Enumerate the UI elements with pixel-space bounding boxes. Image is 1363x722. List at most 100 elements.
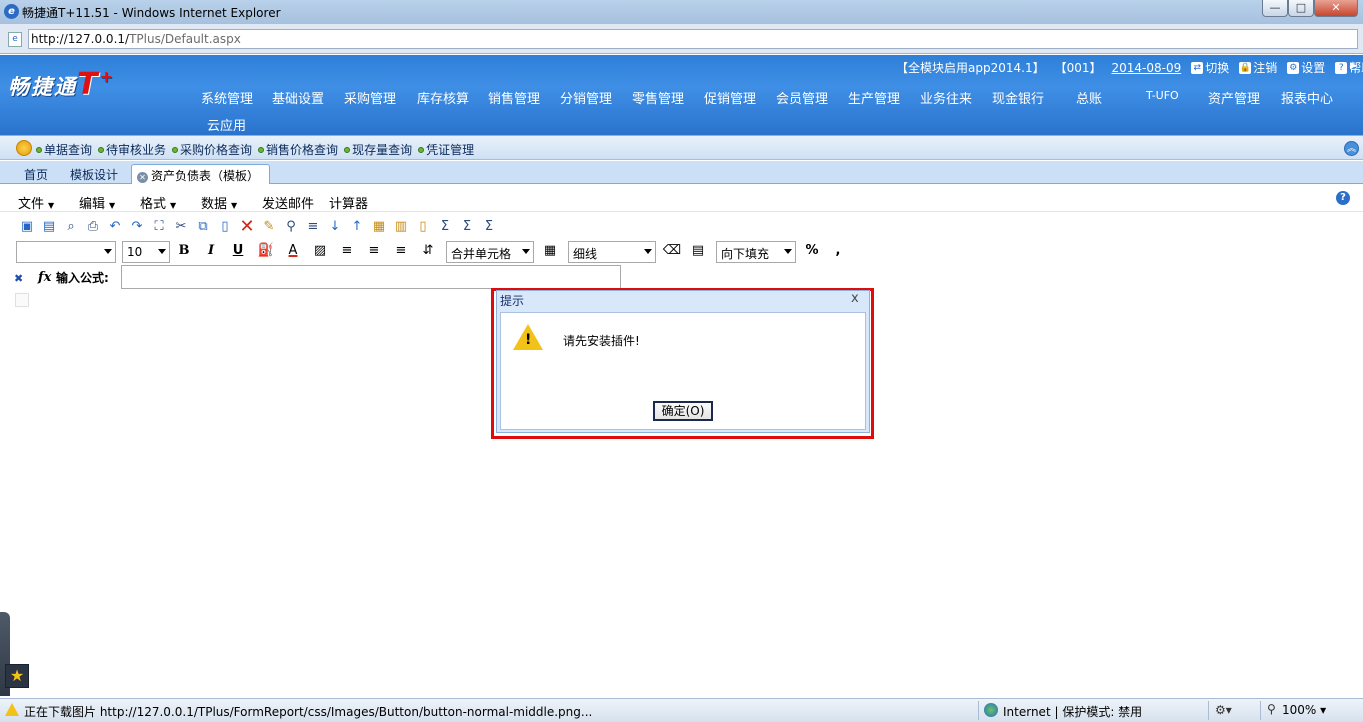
- sheet-corner-cell[interactable]: [15, 293, 29, 307]
- menu-t-ufo[interactable]: T-UFO: [1146, 89, 1179, 102]
- cut-icon[interactable]: ✂: [170, 216, 192, 236]
- menu-send-mail[interactable]: 发送邮件: [262, 193, 314, 212]
- quick-link-purchase-price[interactable]: 采购价格查询: [172, 141, 252, 158]
- format-painter-icon[interactable]: ▤: [688, 243, 708, 261]
- comma-button[interactable]: ,: [828, 243, 848, 261]
- align-left-icon[interactable]: ≡: [337, 243, 357, 261]
- cell-pattern-icon[interactable]: ▨: [310, 243, 330, 261]
- bold-button[interactable]: B: [174, 243, 194, 261]
- sort-descending-icon[interactable]: ↑: [346, 216, 368, 236]
- caret-down-icon: ▼: [170, 201, 177, 210]
- menu-scroll-right-icon[interactable]: ▶: [1350, 61, 1357, 71]
- tab-balance-sheet[interactable]: ✕ 资产负债表（模板）: [131, 164, 271, 184]
- find-icon[interactable]: ⚲: [280, 216, 302, 236]
- quick-link-voucher[interactable]: 凭证管理: [418, 141, 474, 158]
- menu-assets[interactable]: 资产管理: [1208, 88, 1260, 107]
- border-grid-icon[interactable]: ▦: [540, 243, 560, 261]
- redo-icon[interactable]: ↷: [126, 216, 148, 236]
- bullet-icon: [418, 146, 425, 153]
- settings-link[interactable]: ⚙ 设置: [1287, 59, 1325, 76]
- delete-icon[interactable]: ✕: [236, 216, 258, 237]
- save-icon[interactable]: ▣: [16, 216, 38, 236]
- quick-link-stock-on-hand[interactable]: 现存量查询: [344, 141, 412, 158]
- logout-link[interactable]: 🔒 注销: [1239, 59, 1277, 76]
- minimize-button[interactable]: —: [1262, 0, 1288, 17]
- cancel-formula-icon[interactable]: ✖: [14, 272, 26, 285]
- menu-business[interactable]: 业务往来: [920, 88, 972, 107]
- menu-file[interactable]: 文件 ▼: [18, 193, 54, 212]
- function-icon[interactable]: fx: [38, 270, 51, 285]
- close-tab-icon[interactable]: ✕: [137, 172, 148, 183]
- tab-template-design[interactable]: 模板设计: [60, 164, 128, 184]
- protected-mode-icon[interactable]: ⚙▾: [1215, 703, 1232, 717]
- undo-icon[interactable]: ↶: [104, 216, 126, 236]
- collapse-up-icon[interactable]: ︽: [1344, 141, 1359, 156]
- close-window-button[interactable]: ✕: [1314, 0, 1358, 17]
- menu-distribution[interactable]: 分销管理: [560, 88, 612, 107]
- insert-column-icon[interactable]: ▥: [390, 216, 412, 236]
- quick-link-sales-price[interactable]: 销售价格查询: [258, 141, 338, 158]
- sum-icon[interactable]: Σ: [434, 216, 456, 236]
- menu-cloud[interactable]: 云应用: [207, 115, 246, 134]
- switch-link[interactable]: ⇄ 切换: [1191, 59, 1229, 76]
- menu-format[interactable]: 格式 ▼: [140, 193, 176, 212]
- document-icon[interactable]: ▯: [412, 216, 434, 236]
- maximize-button[interactable]: □: [1288, 0, 1314, 17]
- font-size-select[interactable]: 10: [122, 241, 170, 263]
- menu-edit[interactable]: 编辑 ▼: [79, 193, 115, 212]
- wrap-text-icon[interactable]: ⇵: [418, 243, 438, 261]
- fill-color-icon[interactable]: ⛽: [256, 243, 276, 261]
- menu-retail[interactable]: 零售管理: [632, 88, 684, 107]
- menu-general-ledger[interactable]: 总账: [1076, 88, 1102, 107]
- url-field[interactable]: http://127.0.0.1/TPlus/Default.aspx: [28, 29, 1358, 49]
- menu-promotion[interactable]: 促销管理: [704, 88, 756, 107]
- align-center-icon[interactable]: ≡: [364, 243, 384, 261]
- tab-home[interactable]: 首页: [14, 164, 58, 184]
- quick-link-document-query[interactable]: 单据查询: [36, 141, 92, 158]
- menu-basic-settings[interactable]: 基础设置: [272, 88, 324, 107]
- print-preview-icon[interactable]: ⌕: [60, 216, 82, 236]
- eraser-icon[interactable]: ⌫: [662, 243, 682, 261]
- formula-input[interactable]: [121, 265, 621, 289]
- fill-down-select[interactable]: 向下填充: [716, 241, 796, 263]
- menu-cash-bank[interactable]: 现金银行: [992, 88, 1044, 107]
- zoom-level[interactable]: 100% ▾: [1282, 703, 1326, 717]
- menu-production[interactable]: 生产管理: [848, 88, 900, 107]
- italic-button[interactable]: I: [201, 243, 221, 261]
- sum-row-icon[interactable]: Σ: [456, 216, 478, 236]
- ok-button[interactable]: 确定(O): [653, 401, 713, 421]
- login-date[interactable]: 2014-08-09: [1111, 61, 1181, 75]
- menu-sales[interactable]: 销售管理: [488, 88, 540, 107]
- help-icon[interactable]: ?: [1336, 191, 1350, 205]
- font-color-button[interactable]: A: [283, 243, 303, 261]
- replace-icon[interactable]: ≡: [302, 216, 324, 236]
- favorites-star-icon[interactable]: ★: [5, 664, 29, 688]
- dialog-close-icon[interactable]: x: [851, 291, 859, 306]
- menu-data[interactable]: 数据 ▼: [201, 193, 237, 212]
- print-icon[interactable]: ⎙: [82, 216, 104, 236]
- quick-link-pending-review[interactable]: 待审核业务: [98, 141, 166, 158]
- clear-format-icon[interactable]: ✎: [258, 216, 280, 236]
- menu-reports[interactable]: 报表中心: [1281, 88, 1333, 107]
- app-logo: 畅捷通T+: [8, 67, 115, 102]
- fullscreen-icon[interactable]: ⛶: [148, 216, 170, 236]
- merge-cells-select[interactable]: 合并单元格: [446, 241, 534, 263]
- menu-system[interactable]: 系统管理: [201, 88, 253, 107]
- percent-button[interactable]: %: [802, 243, 822, 261]
- underline-button[interactable]: U: [228, 243, 248, 261]
- sort-ascending-icon[interactable]: ↓: [324, 216, 346, 236]
- insert-row-icon[interactable]: ▦: [368, 216, 390, 236]
- sum-column-icon[interactable]: Σ: [478, 216, 500, 236]
- menu-member[interactable]: 会员管理: [776, 88, 828, 107]
- menu-purchase[interactable]: 采购管理: [344, 88, 396, 107]
- border-style-select[interactable]: 细线: [568, 241, 656, 263]
- copy-icon[interactable]: ⧉: [192, 216, 214, 236]
- font-name-select[interactable]: [16, 241, 116, 263]
- save-as-icon[interactable]: ▤: [38, 216, 60, 236]
- paste-icon[interactable]: ▯: [214, 216, 236, 236]
- zoom-icon[interactable]: ⚲: [1267, 702, 1276, 716]
- align-right-icon[interactable]: ≡: [391, 243, 411, 261]
- security-zone-text[interactable]: Internet | 保护模式: 禁用: [1003, 703, 1142, 720]
- menu-inventory[interactable]: 库存核算: [417, 88, 469, 107]
- menu-calculator[interactable]: 计算器: [329, 193, 368, 212]
